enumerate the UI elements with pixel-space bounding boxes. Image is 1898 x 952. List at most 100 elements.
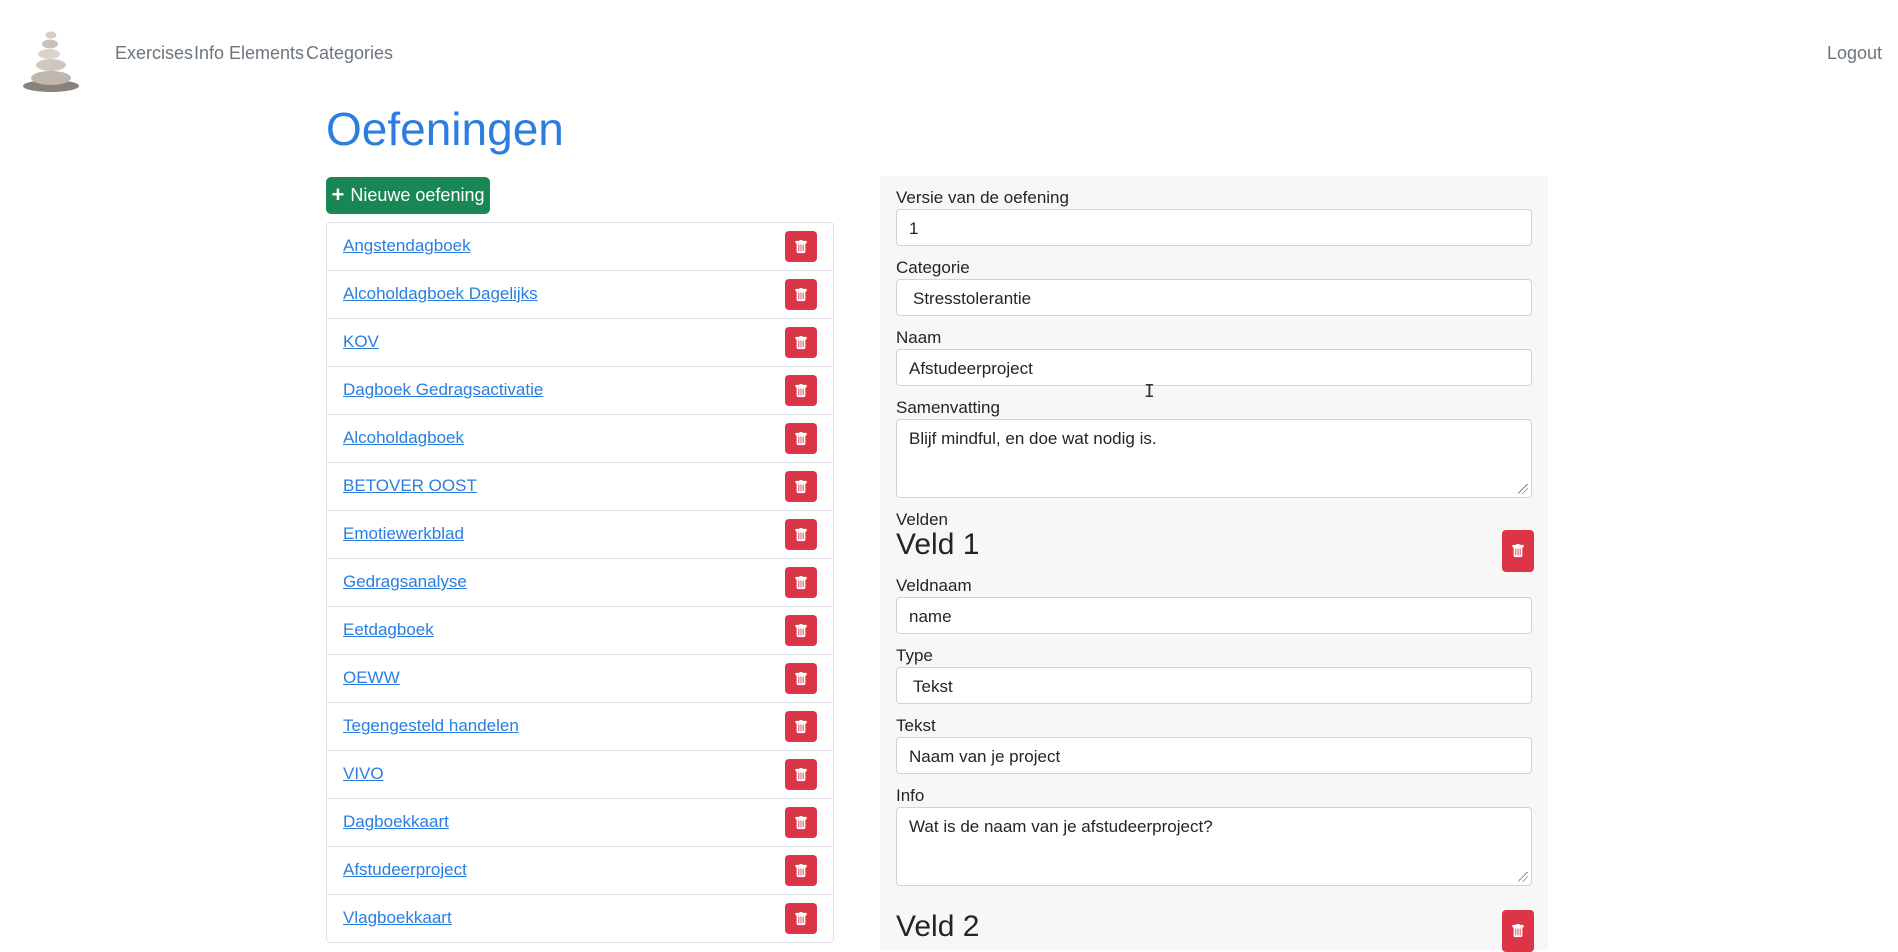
name-label: Naam xyxy=(896,328,942,347)
trash-icon xyxy=(794,528,808,542)
nav-categories[interactable]: Categories xyxy=(306,43,393,64)
exercise-link[interactable]: Vlagboekkaart xyxy=(343,908,452,928)
exercise-link[interactable]: Afstudeerproject xyxy=(343,860,467,880)
list-item: Angstendagboek xyxy=(327,223,833,270)
exercise-link[interactable]: Angstendagboek xyxy=(343,236,471,256)
exercise-link[interactable]: Alcoholdagboek Dagelijks xyxy=(343,284,538,304)
list-item: Emotiewerkblad xyxy=(327,510,833,558)
trash-icon xyxy=(794,576,808,590)
list-item: Alcoholdagboek xyxy=(327,414,833,462)
exercise-link[interactable]: Gedragsanalyse xyxy=(343,572,467,592)
field-1-title: Veld 1 xyxy=(896,528,980,561)
trash-icon xyxy=(1511,924,1525,938)
new-exercise-button[interactable]: + Nieuwe oefening xyxy=(326,177,490,214)
list-item: Gedragsanalyse xyxy=(327,558,833,606)
resize-handle-icon[interactable] xyxy=(1518,484,1528,494)
exercise-list: Angstendagboek Alcoholdagboek Dagelijks KO… xyxy=(326,222,834,943)
navbar: Exercises Info Elements Categories Logou… xyxy=(0,0,1898,96)
nav-info-elements[interactable]: Info Elements xyxy=(194,43,304,64)
delete-exercise-button[interactable] xyxy=(785,759,817,790)
delete-exercise-button[interactable] xyxy=(785,423,817,454)
trash-icon xyxy=(794,288,808,302)
exercise-link[interactable]: OEWW xyxy=(343,668,400,688)
trash-icon xyxy=(794,720,808,734)
trash-icon xyxy=(794,912,808,926)
delete-exercise-button[interactable] xyxy=(785,279,817,310)
trash-icon xyxy=(794,816,808,830)
exercise-link[interactable]: VIVO xyxy=(343,764,384,784)
delete-exercise-button[interactable] xyxy=(785,327,817,358)
category-select[interactable]: Stresstolerantie xyxy=(896,279,1532,316)
trash-icon xyxy=(794,672,808,686)
fieldname-label: Veldnaam xyxy=(896,576,972,595)
exercise-link[interactable]: Alcoholdagboek xyxy=(343,428,464,448)
type-select[interactable]: Tekst xyxy=(896,667,1532,704)
exercise-link[interactable]: Eetdagboek xyxy=(343,620,434,640)
delete-field-2-button[interactable] xyxy=(1502,910,1534,952)
delete-exercise-button[interactable] xyxy=(785,471,817,502)
text-cursor-icon: I xyxy=(1144,381,1155,402)
exercise-link[interactable]: Tegengesteld handelen xyxy=(343,716,519,736)
trash-icon xyxy=(794,864,808,878)
info-label: Info xyxy=(896,786,925,805)
fields-label: Velden xyxy=(896,510,948,529)
list-item: Afstudeerproject xyxy=(327,846,833,894)
summary-textarea[interactable]: Blijf mindful, en doe wat nodig is. xyxy=(896,419,1532,498)
plus-icon: + xyxy=(331,181,345,207)
new-exercise-label: Nieuwe oefening xyxy=(350,185,485,205)
list-item: OEWW xyxy=(327,654,833,702)
version-label: Versie van de oefening xyxy=(896,188,1069,207)
summary-text: Blijf mindful, en doe wat nodig is. xyxy=(909,429,1157,448)
info-textarea[interactable]: Wat is de naam van je afstudeerproject? xyxy=(896,807,1532,886)
delete-exercise-button[interactable] xyxy=(785,903,817,934)
list-item: Eetdagboek xyxy=(327,606,833,654)
list-item: Dagboekkaart xyxy=(327,798,833,846)
resize-handle-icon[interactable] xyxy=(1518,872,1528,882)
logout-link[interactable]: Logout xyxy=(1827,43,1882,64)
list-item: VIVO xyxy=(327,750,833,798)
delete-exercise-button[interactable] xyxy=(785,615,817,646)
category-label: Categorie xyxy=(896,258,970,277)
exercise-link[interactable]: KOV xyxy=(343,332,379,352)
trash-icon xyxy=(794,480,808,494)
delete-exercise-button[interactable] xyxy=(785,231,817,262)
exercise-form: Versie van de oefening 1 Categorie Stres… xyxy=(880,176,1548,952)
field-2-title: Veld 2 xyxy=(896,910,980,943)
list-item: Alcoholdagboek Dagelijks xyxy=(327,270,833,318)
trash-icon xyxy=(794,624,808,638)
type-label: Type xyxy=(896,646,933,665)
summary-label: Samenvatting xyxy=(896,398,1000,417)
fieldname-input[interactable]: name xyxy=(896,597,1532,634)
trash-icon xyxy=(794,432,808,446)
trash-icon xyxy=(794,336,808,350)
list-item: Tegengesteld handelen xyxy=(327,702,833,750)
trash-icon xyxy=(794,768,808,782)
trash-icon xyxy=(794,240,808,254)
delete-exercise-button[interactable] xyxy=(785,375,817,406)
delete-field-1-button[interactable] xyxy=(1502,530,1534,572)
trash-icon xyxy=(794,384,808,398)
delete-exercise-button[interactable] xyxy=(785,711,817,742)
delete-exercise-button[interactable] xyxy=(785,663,817,694)
exercise-link[interactable]: Dagboek Gedragsactivatie xyxy=(343,380,543,400)
list-item: Vlagboekkaart xyxy=(327,894,833,942)
list-item: Dagboek Gedragsactivatie xyxy=(327,366,833,414)
stacked-stones-logo[interactable] xyxy=(22,26,80,92)
delete-exercise-button[interactable] xyxy=(785,519,817,550)
delete-exercise-button[interactable] xyxy=(785,855,817,886)
text-input[interactable]: Naam van je project xyxy=(896,737,1532,774)
exercise-link[interactable]: Emotiewerkblad xyxy=(343,524,464,544)
version-input[interactable]: 1 xyxy=(896,209,1532,246)
info-text: Wat is de naam van je afstudeerproject? xyxy=(909,817,1213,836)
list-item: BETOVER OOST xyxy=(327,462,833,510)
list-item: KOV xyxy=(327,318,833,366)
exercise-link[interactable]: BETOVER OOST xyxy=(343,476,477,496)
delete-exercise-button[interactable] xyxy=(785,807,817,838)
exercise-link[interactable]: Dagboekkaart xyxy=(343,812,449,832)
name-input[interactable]: Afstudeerproject xyxy=(896,349,1532,386)
trash-icon xyxy=(1511,544,1525,558)
delete-exercise-button[interactable] xyxy=(785,567,817,598)
nav-exercises[interactable]: Exercises xyxy=(115,43,193,64)
text-label: Tekst xyxy=(896,716,936,735)
page-title: Oefeningen xyxy=(326,103,564,155)
